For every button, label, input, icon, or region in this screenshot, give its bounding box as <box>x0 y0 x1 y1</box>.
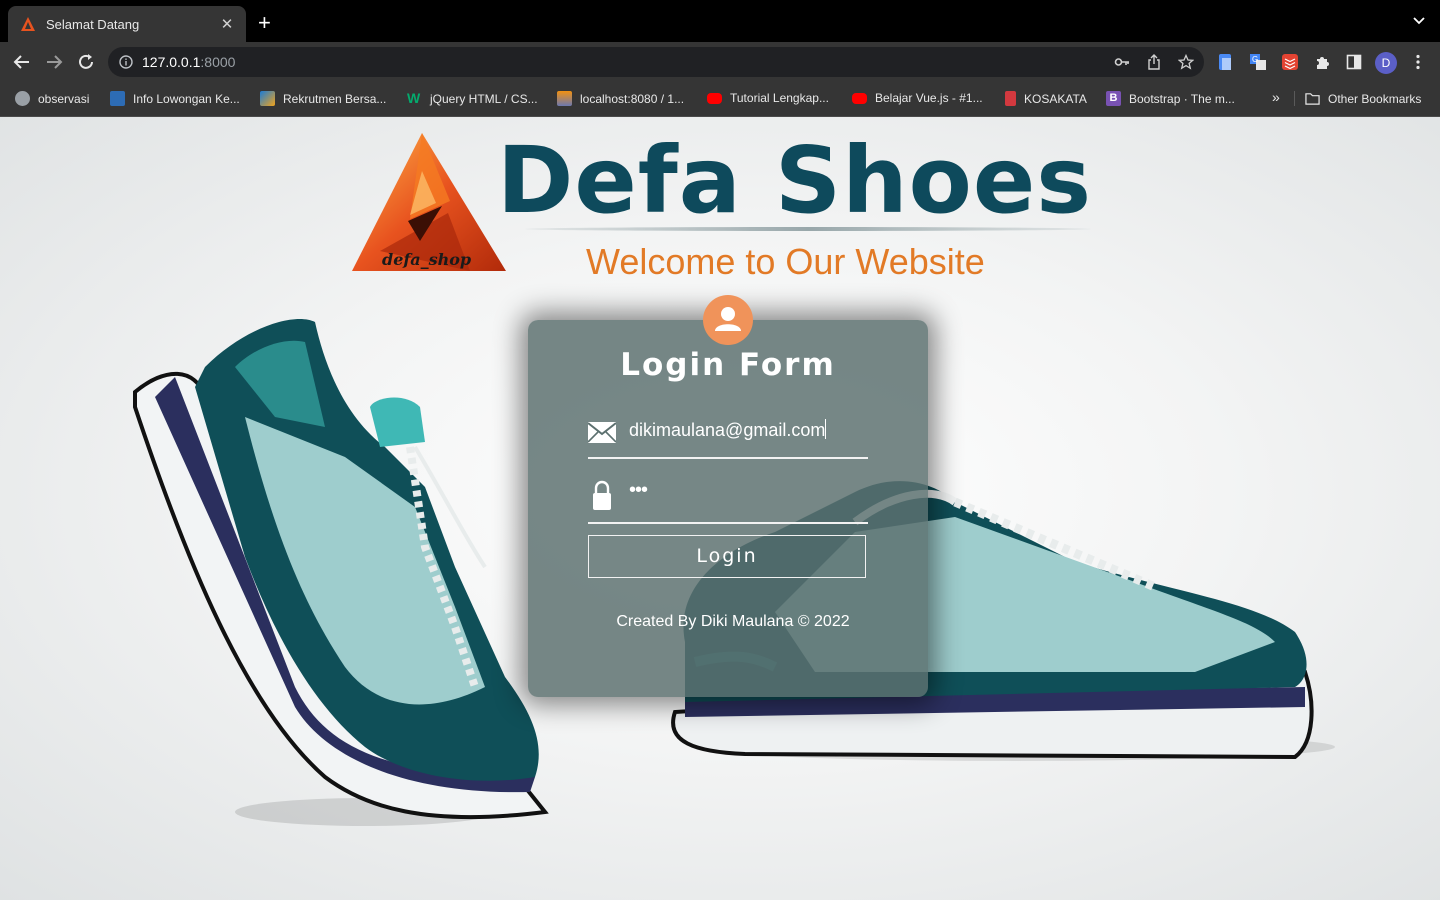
bookmark-label: Rekrutmen Bersa... <box>283 91 387 106</box>
browser-tab[interactable]: Selamat Datang ✕ <box>8 6 246 42</box>
email-underline <box>588 457 868 459</box>
bootstrap-icon: B <box>1106 91 1121 106</box>
extensions-puzzle-icon[interactable] <box>1314 54 1330 70</box>
address-bar[interactable]: 127.0.0.1:8000 <box>108 47 1204 77</box>
bookmark-item[interactable]: Rekrutmen Bersa... <box>260 91 386 106</box>
brand-title: Defa Shoes <box>497 127 1093 234</box>
translate-extension-icon[interactable]: G <box>1250 54 1266 70</box>
bookmark-label: jQuery HTML / CS... <box>430 91 538 106</box>
phpmyadmin-icon <box>557 91 572 106</box>
browser-tabstrip: Selamat Datang ✕ + <box>0 0 1440 42</box>
bookmark-item[interactable]: W jQuery HTML / CS... <box>407 91 538 106</box>
new-tab-button[interactable]: + <box>258 12 271 34</box>
password-underline <box>588 522 868 524</box>
password-key-icon[interactable] <box>1114 54 1130 70</box>
bookmark-item[interactable]: B Bootstrap · The m... <box>1106 91 1235 106</box>
left-shoe-image <box>133 319 549 826</box>
lock-icon <box>593 480 611 510</box>
book-icon <box>1005 91 1016 106</box>
side-panel-icon[interactable] <box>1346 54 1362 70</box>
bookmark-label: Info Lowongan Ke... <box>133 91 240 106</box>
bookmark-item[interactable]: Tutorial Lengkap... <box>707 91 829 105</box>
bookmarks-overflow-chevron[interactable]: » <box>1272 89 1280 105</box>
site-favicon-icon <box>21 17 35 31</box>
bookmark-item[interactable]: Info Lowongan Ke... <box>110 91 240 106</box>
tagline: Welcome to Our Website <box>586 241 985 282</box>
docs-extension-icon[interactable] <box>1218 54 1232 70</box>
credit-footer: Created By Diki Maulana © 2022 <box>616 613 850 630</box>
bookmark-label: localhost:8080 / 1... <box>580 91 685 106</box>
bookmark-label: KOSAKATA <box>1024 91 1087 106</box>
password-field[interactable]: ••• <box>629 479 648 502</box>
tab-search-chevron-icon[interactable] <box>1412 14 1426 28</box>
bookmark-item[interactable]: localhost:8080 / 1... <box>557 91 684 106</box>
bookmark-label: observasi <box>38 91 90 106</box>
reload-icon[interactable] <box>76 52 96 72</box>
back-arrow-icon[interactable] <box>12 52 32 72</box>
site-info-icon[interactable] <box>119 55 133 69</box>
bookmark-item[interactable]: observasi <box>15 91 89 106</box>
login-page: defa_shop Defa Shoes Welcome to Our Webs… <box>0 117 1440 900</box>
browser-menu-icon[interactable] <box>1416 54 1420 70</box>
browser-toolbar: 127.0.0.1:8000 G <box>0 42 1440 82</box>
envelope-icon <box>588 422 616 443</box>
bookmark-star-icon[interactable] <box>1178 54 1194 70</box>
bookmark-item[interactable]: Belajar Vue.js - #1... <box>852 91 983 105</box>
rekrutmen-icon <box>260 91 275 106</box>
bookmark-label: Other Bookmarks <box>1328 91 1422 106</box>
svg-text:G: G <box>1252 55 1258 64</box>
bookmark-label: Belajar Vue.js - #1... <box>875 91 983 105</box>
brand-divider <box>525 227 1091 231</box>
user-icon <box>715 307 741 331</box>
globe-icon <box>15 91 30 106</box>
email-field[interactable]: dikimaulana@gmail.com <box>629 419 864 441</box>
logo-caption: defa_shop <box>382 250 471 269</box>
defa-shop-logo: defa_shop <box>352 133 506 271</box>
other-bookmarks-folder[interactable]: Other Bookmarks <box>1294 91 1421 106</box>
bookmarks-bar: observasi Info Lowongan Ke... Rekrutmen … <box>0 82 1440 117</box>
youtube-icon <box>852 92 867 104</box>
bookmark-label: Bootstrap · The m... <box>1129 91 1235 106</box>
tab-title: Selamat Datang <box>46 16 140 32</box>
profile-avatar[interactable]: D <box>1375 52 1397 74</box>
login-title: Login Form <box>620 347 836 383</box>
forward-arrow-icon[interactable] <box>44 52 64 72</box>
bookmark-item[interactable]: KOSAKATA <box>1005 91 1087 106</box>
url-text: 127.0.0.1:8000 <box>142 54 236 70</box>
folder-icon <box>1305 93 1320 105</box>
share-icon[interactable] <box>1146 54 1162 70</box>
todoist-extension-icon[interactable] <box>1282 54 1298 70</box>
user-avatar <box>703 295 753 345</box>
youtube-icon <box>707 92 722 104</box>
tab-close-icon[interactable]: ✕ <box>218 15 236 33</box>
bookmark-label: Tutorial Lengkap... <box>730 91 829 105</box>
w3schools-icon: W <box>407 90 421 106</box>
login-button[interactable]: Login <box>588 535 866 578</box>
ok-icon <box>110 91 125 106</box>
